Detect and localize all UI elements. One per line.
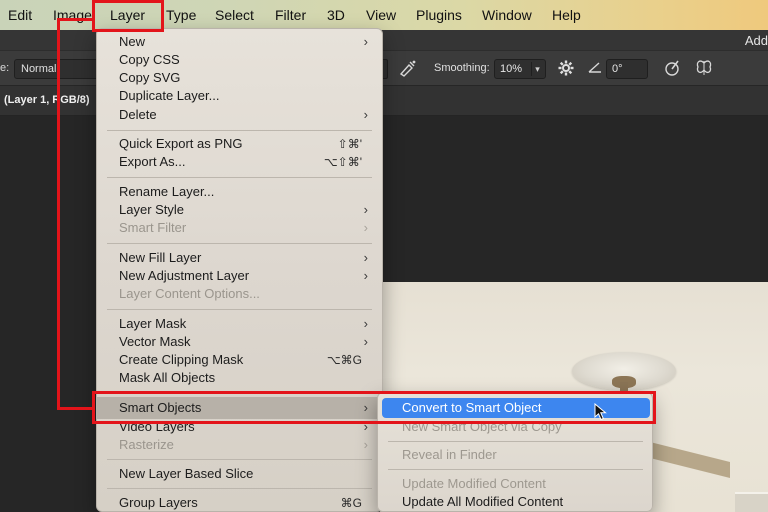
shortcut-label: ⌥⌘G [326, 353, 362, 367]
menu-item-export-as[interactable]: Export As... ⌥⇧⌘' [97, 153, 382, 171]
document-tab[interactable]: (Layer 1, RGB/8) [4, 94, 90, 106]
title-strip-text: Add [744, 33, 768, 48]
menu-item-label: Rasterize [119, 437, 174, 452]
menu-item-label: Copy SVG [119, 70, 181, 85]
submenu-separator [388, 469, 643, 470]
chevron-right-icon: › [363, 437, 368, 452]
smoothing-value: 10% [500, 63, 523, 75]
menu-item-rasterize: Rasterize › [97, 436, 382, 454]
menu-item-new-fill-layer[interactable]: New Fill Layer › [97, 249, 382, 267]
menu-item-create-clipping-mask[interactable]: Create Clipping Mask ⌥⌘G [97, 351, 382, 369]
chevron-right-icon: › [363, 220, 368, 235]
menu-item-quick-export[interactable]: Quick Export as PNG ⇧⌘' [97, 135, 382, 153]
menu-item-layer-content-options: Layer Content Options... [97, 285, 382, 303]
menu-item-mask-all-objects[interactable]: Mask All Objects [97, 369, 382, 387]
annotation-connector-top [57, 18, 93, 21]
menu-item-group-layers[interactable]: Group Layers ⌘G [97, 494, 382, 511]
menu-separator [107, 309, 372, 310]
menu-item-label: Delete [119, 107, 157, 122]
menu-item-label: New Fill Layer [119, 250, 202, 265]
menu-separator [107, 243, 372, 244]
chevron-right-icon: › [363, 334, 368, 349]
menu-item-layer-mask[interactable]: Layer Mask › [97, 315, 382, 333]
shortcut-label: ⌘G [340, 496, 362, 510]
submenu-item-label: Reveal in Finder [402, 447, 497, 462]
menu-item-vector-mask[interactable]: Vector Mask › [97, 333, 382, 351]
chevron-right-icon: › [363, 250, 368, 265]
menu-item-delete[interactable]: Delete › [97, 106, 382, 124]
menu-item-label: Export As... [119, 154, 186, 169]
gear-icon[interactable] [556, 59, 576, 79]
menu-item-label: Mask All Objects [119, 370, 216, 385]
menu-item-label: Layer Mask [119, 316, 187, 331]
chevron-down-icon[interactable]: ▾ [531, 62, 543, 76]
symmetry-icon[interactable] [694, 59, 714, 79]
submenu-separator [388, 441, 643, 442]
smoothing-input[interactable]: 10% ▾ [494, 59, 546, 79]
annotation-connector-vertical [57, 18, 60, 410]
submenu-item-update-all-modified-content[interactable]: Update All Modified Content [382, 492, 650, 511]
menu-item-label: Group Layers [119, 495, 198, 510]
submenu-item-label: Update All Modified Content [402, 494, 564, 509]
menu-item-label: Smart Filter [119, 220, 187, 235]
pressure-icon[interactable] [662, 59, 682, 79]
airbrush-icon[interactable] [398, 59, 418, 79]
chevron-right-icon: › [363, 202, 368, 217]
menu-item-rename-layer[interactable]: Rename Layer... [97, 183, 382, 201]
smoothing-label: Smoothing: [434, 62, 490, 74]
menu-item-duplicate-layer[interactable]: Duplicate Layer... [97, 87, 382, 105]
angle-input[interactable]: 0° [606, 59, 648, 79]
menu-help[interactable]: Help [552, 7, 581, 25]
mode-label: e: [0, 62, 10, 74]
chevron-right-icon: › [363, 268, 368, 283]
menu-item-copy-css[interactable]: Copy CSS [97, 51, 382, 69]
menu-separator [107, 177, 372, 178]
menu-select[interactable]: Select [215, 7, 254, 25]
menu-plugins[interactable]: Plugins [416, 7, 462, 25]
shortcut-label: ⇧⌘' [337, 137, 362, 151]
menu-type[interactable]: Type [166, 7, 196, 25]
submenu-item-reveal-in-finder: Reveal in Finder [382, 445, 650, 465]
menu-separator [107, 459, 372, 460]
menu-item-label: New [119, 34, 146, 49]
menu-separator [107, 488, 372, 489]
annotation-box-smart-objects [92, 391, 656, 424]
menu-item-label: Layer Content Options... [119, 286, 260, 301]
annotation-box-layer-menu [92, 0, 164, 32]
menu-view[interactable]: View [366, 7, 396, 25]
menu-item-label: Duplicate Layer... [119, 88, 220, 103]
chevron-right-icon: › [363, 316, 368, 331]
menu-item-smart-filter: Smart Filter › [97, 219, 382, 237]
menu-item-label: New Layer Based Slice [119, 466, 254, 481]
menu-item-copy-svg[interactable]: Copy SVG [97, 69, 382, 87]
menu-item-label: Layer Style [119, 202, 185, 217]
crown-molding [735, 492, 768, 512]
submenu-item-update-modified-content: Update Modified Content [382, 474, 650, 494]
menu-separator [107, 130, 372, 131]
menu-item-label: Copy CSS [119, 52, 180, 67]
shortcut-label: ⌥⇧⌘' [323, 155, 362, 169]
menu-edit[interactable]: Edit [8, 7, 32, 25]
menu-item-label: Quick Export as PNG [119, 136, 243, 151]
menu-item-label: Rename Layer... [119, 184, 215, 199]
chevron-right-icon: › [363, 34, 368, 49]
menu-item-label: Create Clipping Mask [119, 352, 244, 367]
angle-icon [585, 59, 605, 79]
menu-item-new-adjustment-layer[interactable]: New Adjustment Layer › [97, 267, 382, 285]
layer-menu: New › Copy CSS Copy SVG Duplicate Layer.… [96, 28, 383, 512]
menu-item-new-layer-based-slice[interactable]: New Layer Based Slice [97, 465, 382, 483]
annotation-connector-bottom [57, 407, 93, 410]
menu-window[interactable]: Window [482, 7, 532, 25]
menu-filter[interactable]: Filter [275, 7, 306, 25]
menu-item-label: New Adjustment Layer [119, 268, 250, 283]
mouse-cursor-icon [594, 403, 607, 421]
menu-3d[interactable]: 3D [327, 7, 345, 25]
menu-item-new[interactable]: New › [97, 33, 382, 51]
menu-item-label: Vector Mask [119, 334, 191, 349]
chevron-right-icon: › [363, 107, 368, 122]
submenu-item-label: Update Modified Content [402, 476, 546, 491]
menu-item-layer-style[interactable]: Layer Style › [97, 201, 382, 219]
